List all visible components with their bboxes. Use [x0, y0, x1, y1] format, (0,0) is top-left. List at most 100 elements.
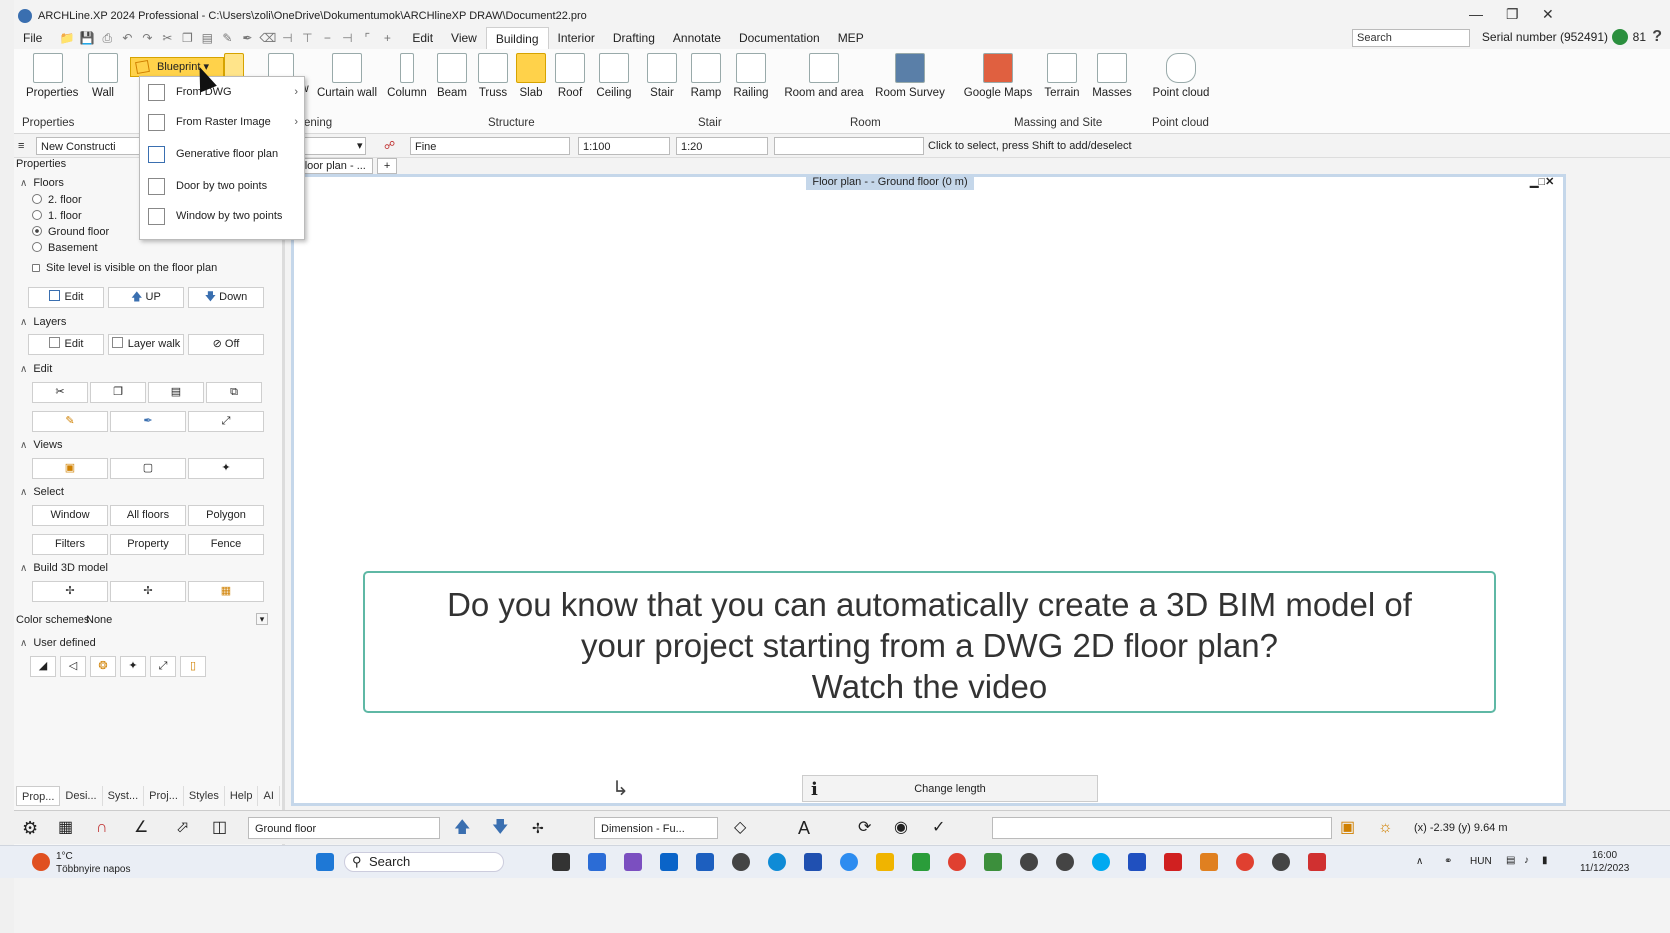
floor-edit-button[interactable]: Edit [28, 287, 104, 308]
search-input[interactable]: Search [1352, 29, 1470, 47]
trim-icon[interactable]: ⊤ [299, 31, 315, 46]
restore-icon[interactable]: ❐ [1506, 6, 1519, 23]
chrome-icon[interactable] [948, 853, 966, 871]
redo-icon[interactable]: ↷ [139, 31, 155, 46]
menu-generative-floor-plan[interactable]: Generative floor plan [140, 140, 304, 168]
layers-icon[interactable]: ◇ [734, 817, 746, 839]
menu-window-two-points[interactable]: Window by two points [140, 202, 304, 230]
select-polygon-button[interactable]: Polygon [188, 505, 264, 526]
pen-icon[interactable]: ✒ [239, 31, 255, 46]
scale-select[interactable]: 1:100 [578, 137, 670, 155]
terrain-button[interactable]: Terrain [1042, 53, 1082, 99]
build-3d-button[interactable]: ✢ [32, 581, 108, 602]
room-area-button[interactable]: Room and area [784, 53, 864, 99]
brush-button[interactable]: ✎ [32, 411, 108, 432]
delete-icon[interactable]: ⌫ [259, 31, 276, 46]
dimension-select[interactable]: Dimension - Fu... [594, 817, 718, 839]
explorer-icon[interactable] [876, 853, 894, 871]
excel-icon[interactable] [912, 853, 930, 871]
tray-chevron-icon[interactable]: ∧ [1416, 856, 1423, 867]
section-views[interactable]: Views [20, 439, 62, 451]
menu-view[interactable]: View [442, 27, 486, 49]
site-level-checkbox[interactable]: Site level is visible on the floor plan [32, 262, 217, 274]
menu-interior[interactable]: Interior [549, 27, 604, 49]
extend-icon[interactable]: ⊣ [339, 31, 355, 46]
masses-button[interactable]: Masses [1090, 53, 1134, 99]
settings-gear-icon[interactable]: ⚙ [22, 817, 38, 839]
transform-button[interactable]: ⧉ [206, 382, 262, 403]
view-window-controls[interactable]: ▁□✕ [1530, 175, 1554, 188]
structure-icon[interactable]: ≡ [18, 137, 24, 155]
app-icon-3[interactable] [1200, 853, 1218, 871]
view-3d-button[interactable]: ✦ [188, 458, 264, 479]
color-schemes-dropdown-icon[interactable]: ▾ [256, 613, 268, 625]
layer-walk-button[interactable]: Layer walk [108, 334, 184, 355]
quality-select[interactable]: Fine [410, 137, 570, 155]
tab-system[interactable]: Syst... [103, 786, 145, 806]
plus-icon[interactable]: + [379, 31, 395, 46]
column-button[interactable]: Column [387, 53, 427, 99]
start-icon[interactable] [316, 853, 334, 871]
undo-icon[interactable]: ↶ [119, 31, 135, 46]
layer-icon[interactable]: ◫ [212, 817, 227, 839]
user-tool-3[interactable]: ❂ [90, 656, 116, 677]
archline-24-icon[interactable] [1020, 853, 1038, 871]
angle-icon[interactable]: ∠ [134, 817, 148, 839]
select-filters-button[interactable]: Filters [32, 534, 108, 555]
zoom-icon[interactable] [840, 853, 858, 871]
visual-studio-icon[interactable] [624, 853, 642, 871]
wall-button[interactable]: Wall [86, 53, 120, 99]
weather-icon[interactable] [32, 853, 50, 871]
model-3d-icon[interactable]: ✢ [532, 817, 544, 839]
archline-23-icon[interactable] [1056, 853, 1074, 871]
menu-drafting[interactable]: Drafting [604, 27, 664, 49]
close-icon[interactable]: ✕ [1542, 6, 1554, 23]
layers-edit-button[interactable]: Edit [28, 334, 104, 355]
section-build-3d[interactable]: Build 3D model [20, 562, 108, 574]
google-maps-button[interactable]: Google Maps [962, 53, 1034, 99]
menu-from-dwg[interactable]: From DWG › [140, 78, 304, 106]
grid-icon[interactable]: ▦ [58, 817, 73, 839]
floor-basement[interactable]: Basement [32, 242, 98, 254]
menu-file[interactable]: File [14, 27, 51, 49]
section-floors[interactable]: Floors [20, 177, 64, 189]
roof-button[interactable]: Roof [554, 53, 586, 99]
beam-button[interactable]: Beam [434, 53, 470, 99]
teams-icon[interactable] [588, 853, 606, 871]
text-style-icon[interactable]: A [798, 817, 810, 839]
archline-active-icon[interactable] [1272, 853, 1290, 871]
floor-1[interactable]: 1. floor [32, 210, 82, 222]
chrome-2-icon[interactable] [1236, 853, 1254, 871]
tip-banner[interactable]: Do you know that you can automatically c… [363, 571, 1496, 713]
break-icon[interactable]: − [319, 31, 335, 46]
add-tab-button[interactable]: + [376, 158, 398, 174]
task-view-icon[interactable] [552, 853, 570, 871]
link-icon[interactable]: ☍ [384, 137, 395, 155]
taskbar-search[interactable]: ⚲ Search [344, 852, 504, 872]
app-icon-1[interactable] [804, 853, 822, 871]
microphone-icon[interactable]: ⚭ [1444, 856, 1452, 867]
brush-icon[interactable]: ✎ [219, 31, 235, 46]
slab-button[interactable]: Slab [516, 53, 546, 99]
pointer-icon[interactable]: ⬀ [176, 817, 189, 839]
floor-ground[interactable]: Ground floor [32, 226, 109, 238]
outlook-icon[interactable] [660, 853, 678, 871]
stair-button[interactable]: Stair [646, 53, 678, 99]
point-cloud-button[interactable]: Point cloud [1152, 53, 1210, 99]
floor-up-button[interactable]: 🡅 UP [108, 287, 184, 308]
ceiling-button[interactable]: Ceiling [594, 53, 634, 99]
command-input[interactable] [992, 817, 1332, 839]
tab-help[interactable]: Help [225, 786, 259, 806]
cut-button[interactable]: ✂ [32, 382, 88, 403]
globe-icon[interactable]: ◉ [894, 817, 908, 839]
copy-button[interactable]: ❐ [90, 382, 146, 403]
menu-edit[interactable]: Edit [403, 27, 442, 49]
app-icon-4[interactable] [1308, 853, 1326, 871]
volume-icon[interactable]: ♪ [1524, 855, 1529, 866]
cut-icon[interactable]: ✂ [159, 31, 175, 46]
save-app-icon[interactable] [1128, 853, 1146, 871]
skype-icon[interactable] [1092, 853, 1110, 871]
layers-off-button[interactable]: ⊘ Off [188, 334, 264, 355]
user-tool-1[interactable]: ◢ [30, 656, 56, 677]
magnet-icon[interactable]: ∩ [96, 817, 108, 839]
